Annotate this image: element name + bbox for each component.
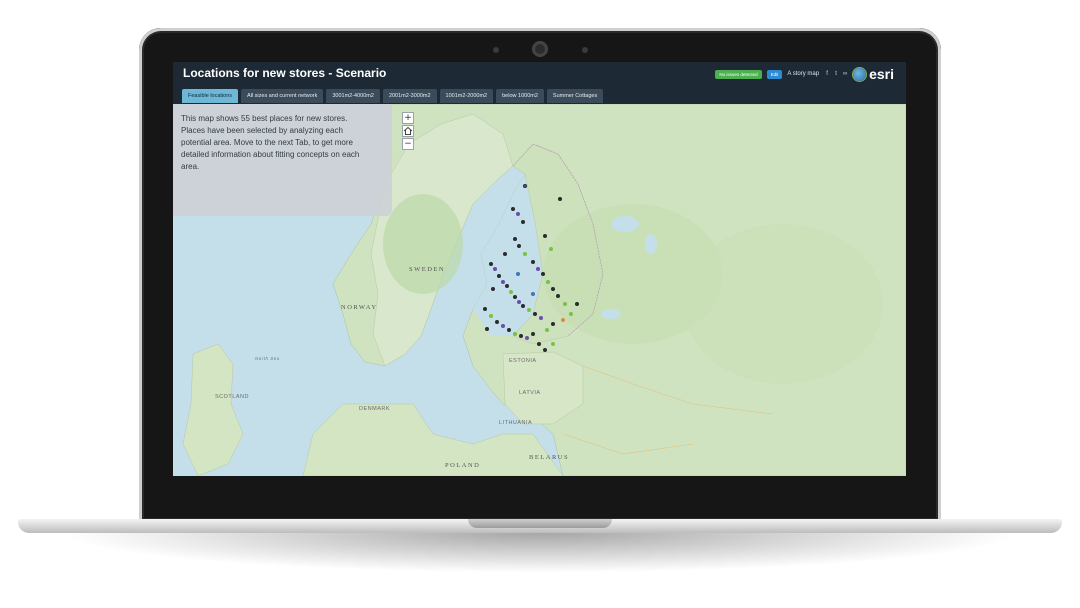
sensor-dot bbox=[582, 47, 588, 53]
home-icon bbox=[403, 126, 413, 135]
laptop-notch bbox=[468, 519, 612, 528]
tab-2001-3000[interactable]: 2001m2-3000m2 bbox=[382, 89, 437, 103]
tab-summer-cottages[interactable]: Summer Cottages bbox=[546, 89, 604, 103]
sensor-dot bbox=[493, 47, 499, 53]
facebook-icon[interactable]: f bbox=[824, 71, 830, 77]
tab-1001-2000[interactable]: 1001m2-2000m2 bbox=[439, 89, 494, 103]
zoom-out-button[interactable]: − bbox=[402, 138, 414, 150]
zoom-in-button[interactable]: + bbox=[402, 112, 414, 124]
info-text-line: area. bbox=[181, 162, 200, 171]
info-text-line: Places have been selected by analyzing e… bbox=[181, 126, 343, 135]
map-label-norway: NORWAY bbox=[341, 304, 378, 311]
map-label-latvia: LATVIA bbox=[519, 390, 541, 396]
info-text-line: This map shows 55 best places for new st… bbox=[181, 114, 348, 123]
page-title: Locations for new stores - Scenario bbox=[183, 66, 387, 80]
logo-text: esri bbox=[869, 66, 894, 82]
app-header: Locations for new stores - Scenario No i… bbox=[173, 62, 906, 104]
map-label-scotland: SCOTLAND bbox=[215, 394, 249, 400]
map-label-north-sea: North Sea bbox=[255, 356, 280, 361]
info-panel: This map shows 55 best places for new st… bbox=[173, 104, 392, 216]
twitter-icon[interactable]: t bbox=[833, 71, 839, 77]
screen: SWEDEN NORWAY ESTONIA LATVIA LITHUANIA B… bbox=[173, 62, 906, 476]
globe-icon bbox=[853, 67, 867, 81]
map-label-denmark: DENMARK bbox=[359, 406, 391, 412]
map-label-sweden: SWEDEN bbox=[409, 266, 446, 273]
map-label-estonia: ESTONIA bbox=[509, 358, 537, 364]
info-text-line: potential area. Move to the next Tab, to… bbox=[181, 138, 353, 147]
info-text-line: detailed information about fitting conce… bbox=[181, 150, 360, 159]
tab-all-sizes[interactable]: All sizes and current network bbox=[241, 89, 324, 103]
tab-3001-4000[interactable]: 3001m2-4000m2 bbox=[326, 89, 380, 103]
tab-feasible-locations[interactable]: Feasible locations bbox=[182, 89, 239, 103]
webcam-icon bbox=[532, 41, 548, 57]
share-links: f t ∞ bbox=[824, 71, 848, 77]
link-icon[interactable]: ∞ bbox=[842, 71, 848, 77]
edit-button[interactable]: Edit bbox=[766, 69, 783, 79]
tab-below-1000[interactable]: below 1000m2 bbox=[496, 89, 544, 103]
map-label-belarus: BELARUS bbox=[529, 454, 570, 461]
status-badge[interactable]: No issues detected bbox=[715, 69, 762, 79]
zoom-controls: + − bbox=[402, 112, 414, 150]
esri-logo[interactable]: esri bbox=[853, 66, 894, 82]
map-label-poland: POLAND bbox=[445, 462, 481, 469]
tab-bar: Feasible locations All sizes and current… bbox=[182, 89, 604, 103]
laptop-shadow bbox=[60, 533, 1020, 573]
story-map-label: A story map bbox=[787, 71, 820, 77]
map-label-lithuania: LITHUANIA bbox=[499, 420, 533, 426]
header-actions: No issues detected Edit A story map f t … bbox=[715, 66, 894, 82]
home-button[interactable] bbox=[402, 125, 414, 137]
